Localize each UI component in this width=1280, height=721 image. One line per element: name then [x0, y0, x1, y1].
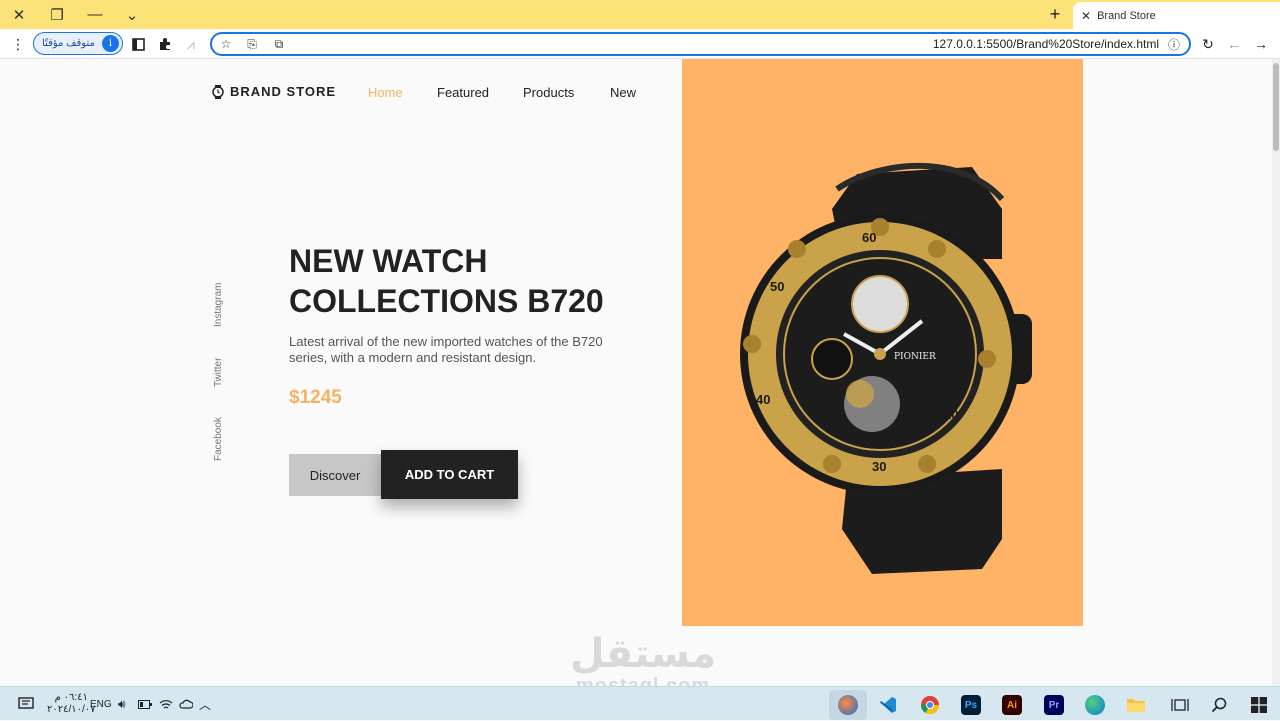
back-icon[interactable]: ← [1222, 29, 1246, 59]
close-window-icon[interactable]: ✕ [0, 0, 38, 29]
watch-illustration: 60 50 40 30 20 PIONIER [740, 162, 1032, 574]
hero-title-line2: COLLECTIONS B720 [289, 283, 604, 319]
social-instagram[interactable]: Instagram [213, 283, 224, 327]
browser-tab[interactable]: ✕ Brand Store [1073, 2, 1280, 29]
os-taskbar: ٠٦:٤١ م ٢٠٢٤/١٠/٠٧ ENG 🔊︎ ︿ Ps Ai Pr [0, 686, 1280, 720]
premiere-icon: Pr [1044, 695, 1064, 715]
battery-icon[interactable] [138, 687, 152, 721]
discover-button[interactable]: Discover [289, 454, 381, 496]
photoshop-icon: Ps [961, 695, 981, 715]
edge-dev-icon [838, 695, 858, 715]
wifi-icon[interactable] [159, 687, 173, 721]
minimize-window-icon[interactable]: — [76, 0, 114, 29]
task-view-icon[interactable] [1161, 690, 1199, 720]
watch-dial-brand: PIONIER [894, 352, 936, 362]
taskbar-app-premiere[interactable]: Pr [1035, 690, 1073, 720]
bezel-numeral-20: 20 [944, 407, 958, 422]
vscode-icon [880, 697, 896, 713]
tab-title: Brand Store [1097, 9, 1156, 22]
address-bar[interactable]: ☆ ⎘ ⧉ 127.0.0.1:5500/Brand%20Store/index… [210, 32, 1191, 56]
volume-icon[interactable]: 🔊︎ [118, 687, 126, 721]
menu-dots-icon[interactable]: ⋮ [6, 29, 30, 59]
show-hidden-icons-chevron-icon[interactable]: ︿ [199, 687, 211, 721]
windows-start-icon[interactable] [1240, 690, 1278, 720]
sidebar-icon[interactable] [126, 29, 150, 59]
profile-button[interactable]: متوقف مؤقتًا i [33, 32, 123, 55]
watch-logo-icon [212, 84, 224, 99]
watermark: مستقل mostaql.com [563, 632, 723, 686]
brand-logo[interactable]: BRAND STORE [212, 84, 336, 99]
nav-featured[interactable]: Featured [437, 85, 489, 100]
taskbar-app-edge-dev[interactable] [829, 690, 867, 720]
share-icon[interactable]: ⎘ [241, 34, 263, 54]
add-to-cart-button[interactable]: ADD TO CART [381, 450, 518, 499]
bezel-numeral-50: 50 [770, 279, 784, 294]
hero-title-line1: NEW WATCH [289, 243, 488, 279]
bezel-numeral-30: 30 [872, 459, 886, 474]
nav-new[interactable]: New [610, 85, 636, 100]
forward-icon[interactable]: → [1249, 29, 1273, 59]
new-tab-button[interactable]: + [1044, 0, 1066, 29]
watermark-latin: mostaql.com [575, 675, 711, 686]
taskbar-app-file-explorer[interactable] [1117, 690, 1155, 720]
extensions-icon[interactable] [153, 29, 177, 59]
taskbar-app-illustrator[interactable]: Ai [993, 690, 1031, 720]
nav-home[interactable]: Home [368, 85, 403, 100]
nav-products[interactable]: Products [523, 85, 574, 100]
bezel-numeral-40: 40 [756, 392, 770, 407]
taskbar-app-edge[interactable] [1076, 690, 1114, 720]
profile-label: متوقف مؤقتًا [42, 38, 95, 49]
bezel-numeral-60: 60 [862, 230, 876, 245]
hero-watch-image: 60 50 40 30 20 PIONIER [682, 59, 1083, 626]
clock[interactable]: ٠٦:٤١ م ٢٠٢٤/١٠/٠٧ [47, 687, 96, 721]
browser-title-bar: ✕ ❐ — ⌄ + ✕ Brand Store [0, 0, 1280, 29]
tab-search-chevron-icon[interactable]: ⌄ [113, 0, 151, 29]
folder-icon [1127, 699, 1145, 712]
illustrator-icon: Ai [1002, 695, 1022, 715]
chrome-icon [921, 696, 939, 715]
scrollbar-thumb[interactable] [1273, 63, 1279, 151]
notifications-icon[interactable] [18, 687, 34, 721]
social-twitter[interactable]: Twitter [213, 358, 224, 387]
taskbar-app-photoshop[interactable]: Ps [952, 690, 990, 720]
brand-name: BRAND STORE [230, 84, 337, 99]
clock-date: ٢٠٢٤/١٠/٠٧ [47, 704, 96, 715]
bookmark-star-icon[interactable]: ☆ [215, 34, 237, 54]
hero-price: $1245 [289, 387, 342, 408]
onedrive-cloud-icon[interactable] [178, 687, 193, 721]
reload-icon[interactable]: ↻ [1196, 29, 1220, 59]
social-facebook[interactable]: Facebook [213, 417, 224, 461]
translate-icon[interactable]: ⧉ [268, 34, 290, 54]
clock-time: ٠٦:٤١ م [54, 692, 88, 703]
watermark-arabic: مستقل [569, 631, 717, 677]
page-viewport: BRAND STORE Home Featured Products New I… [0, 59, 1280, 686]
page-scrollbar[interactable] [1272, 59, 1280, 686]
edge-icon [1085, 695, 1105, 715]
taskbar-app-chrome[interactable] [911, 690, 949, 720]
reader-icon[interactable]: ⩘ [179, 29, 203, 59]
browser-toolbar: ⋮ متوقف مؤقتًا i ⩘ ☆ ⎘ ⧉ 127.0.0.1:5500/… [0, 29, 1280, 59]
restore-window-icon[interactable]: ❐ [38, 0, 76, 29]
close-tab-icon[interactable]: ✕ [1081, 9, 1091, 23]
taskbar-app-vscode[interactable] [869, 690, 907, 720]
hero-description: Latest arrival of the new imported watch… [289, 334, 603, 365]
search-icon[interactable] [1200, 690, 1238, 720]
site-info-icon[interactable]: ⓘ [1163, 34, 1185, 54]
language-indicator[interactable]: ENG [90, 687, 112, 721]
url-text: 127.0.0.1:5500/Brand%20Store/index.html [932, 37, 1159, 51]
hero-title: NEW WATCH COLLECTIONS B720 [289, 241, 649, 321]
profile-avatar: i [102, 35, 119, 52]
